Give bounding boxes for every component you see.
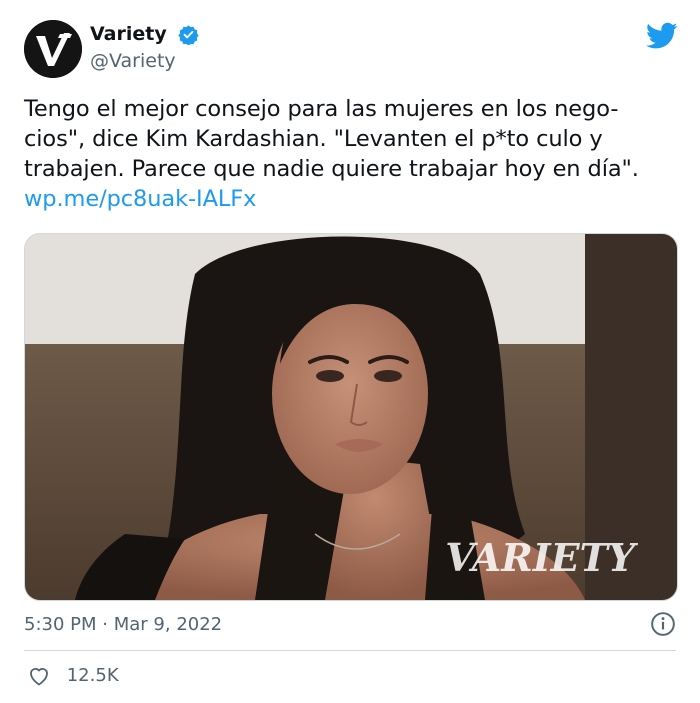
verified-badge-icon bbox=[178, 24, 199, 45]
tweet-photo[interactable]: VARIETY bbox=[24, 233, 678, 601]
avatar[interactable] bbox=[24, 20, 82, 78]
variety-watermark: VARIETY bbox=[445, 535, 639, 580]
tweet-header: Variety @Variety bbox=[24, 20, 684, 82]
variety-v-logo bbox=[24, 20, 82, 78]
tweet-date[interactable]: Mar 9, 2022 bbox=[114, 614, 222, 635]
tweet-text-line: cios", dice Kim Kardashian. "Levanten el… bbox=[24, 126, 603, 152]
heart-icon[interactable] bbox=[27, 664, 51, 688]
meta-separator: · bbox=[102, 614, 108, 635]
divider bbox=[24, 650, 676, 651]
photo-illustration: VARIETY bbox=[25, 234, 677, 600]
info-icon[interactable] bbox=[650, 611, 676, 637]
handle[interactable]: @Variety bbox=[90, 48, 199, 74]
tweet-timestamp: 5:30 PM · Mar 9, 2022 bbox=[24, 611, 676, 639]
engagement-bar: 12.5K bbox=[24, 662, 119, 690]
twitter-bird-icon[interactable] bbox=[646, 22, 678, 50]
tweet-text: Tengo el mejor consejo para las mujeres … bbox=[24, 94, 674, 214]
tweet-text-line: trabajen. Parece que nadie quiere trabaj… bbox=[24, 156, 639, 182]
display-name[interactable]: Variety bbox=[90, 22, 167, 46]
tweet-text-line: Tengo el mejor consejo para las mujeres … bbox=[24, 96, 619, 122]
account-names: Variety @Variety bbox=[90, 22, 199, 74]
tweet-link[interactable]: wp.me/pc8uak-IALFx bbox=[24, 184, 674, 214]
tweet-time[interactable]: 5:30 PM bbox=[24, 614, 97, 635]
like-count[interactable]: 12.5K bbox=[67, 662, 119, 690]
